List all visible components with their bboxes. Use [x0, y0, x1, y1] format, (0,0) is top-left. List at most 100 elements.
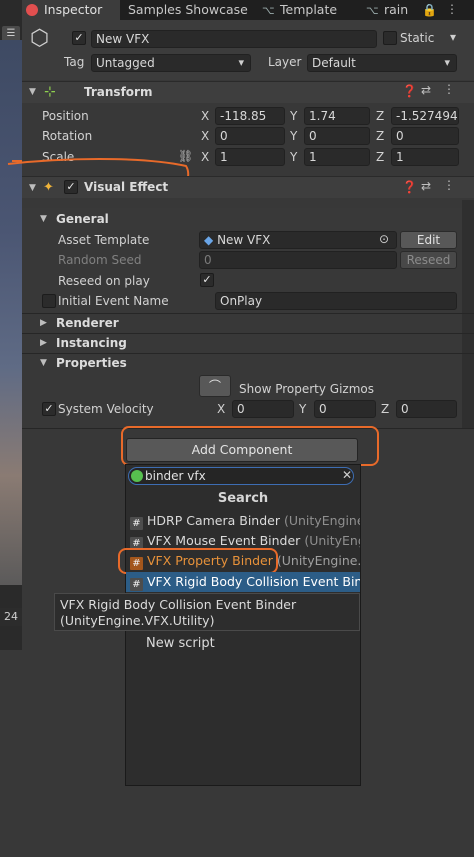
gameobject-name-field[interactable]: New VFX [91, 30, 377, 48]
reseed-on-play-label: Reseed on play [58, 274, 150, 288]
position-x-field[interactable]: -118.85 [215, 107, 285, 125]
presets-icon[interactable]: ⇄ [421, 179, 431, 193]
tab-rain[interactable]: ⌥ rain [362, 0, 422, 20]
visual-effect-title: Visual Effect [84, 180, 169, 194]
tooltip-line: (UnityEngine.VFX.Utility) [60, 613, 215, 628]
velocity-z-field[interactable]: 0 [396, 400, 457, 418]
annotation-box-property-binder [118, 548, 278, 574]
properties-label[interactable]: Properties [56, 356, 127, 370]
static-checkbox[interactable] [383, 31, 397, 45]
scene-view-edge: ☰ 24 [0, 0, 22, 650]
velocity-y-field[interactable]: 0 [314, 400, 376, 418]
axis-x-label: X [217, 402, 226, 416]
scale-x-field[interactable]: 1 [215, 148, 285, 166]
vfx-asset-icon: ◆ [204, 233, 214, 247]
axis-x-label: X [201, 150, 210, 164]
tab-bar: Inspector Samples Showcase ⌥ Template ⌥ ra… [22, 0, 474, 20]
script-hash-icon: # [130, 517, 143, 530]
visual-effect-foldout-arrow[interactable]: ▼ [29, 183, 36, 193]
layer-label: Layer [268, 55, 302, 69]
axis-z-label: Z [376, 129, 385, 143]
component-menu-icon[interactable]: ⋮ [443, 178, 455, 192]
transform-axes-icon: ⊹ [44, 84, 56, 100]
transform-title: Transform [84, 85, 153, 99]
velocity-x-field[interactable]: 0 [232, 400, 294, 418]
asset-template-field[interactable]: ◆ New VFX [199, 231, 397, 249]
system-velocity-label: System Velocity [58, 402, 154, 416]
show-gizmos-label: Show Property Gizmos [239, 382, 374, 396]
presets-icon[interactable]: ⇄ [421, 83, 431, 97]
divider [22, 353, 474, 354]
renderer-foldout-arrow[interactable]: ▶ [40, 318, 47, 328]
rotation-y-field[interactable]: 0 [304, 127, 370, 145]
axis-z-label: Z [376, 150, 385, 164]
tag-dropdown[interactable]: Untagged [91, 54, 251, 72]
object-picker-icon[interactable]: ⊙ [379, 232, 389, 246]
edit-button[interactable]: Edit [400, 231, 457, 249]
tooltip: VFX Rigid Body Collision Event Binder (U… [54, 593, 360, 631]
scale-y-field[interactable]: 1 [304, 148, 370, 166]
transform-foldout-arrow[interactable]: ▼ [29, 87, 36, 97]
axis-x-label: X [201, 129, 210, 143]
renderer-label[interactable]: Renderer [56, 316, 119, 330]
initial-event-field[interactable]: OnPlay [215, 292, 457, 310]
scene-preview [0, 40, 22, 585]
scale-z-field[interactable]: 1 [391, 148, 459, 166]
new-script-item[interactable]: New script [146, 636, 215, 651]
axis-y-label: Y [299, 402, 307, 416]
layer-dropdown[interactable]: Default [307, 54, 457, 72]
axis-z-label: Z [381, 402, 390, 416]
vfx-graph-icon: ⌥ [262, 4, 275, 17]
asset-template-label: Asset Template [58, 233, 150, 247]
gameobject-cube-icon: ⬡ [30, 26, 50, 51]
divider [22, 333, 474, 334]
general-foldout-arrow[interactable]: ▼ [40, 214, 47, 224]
lock-icon[interactable]: 🔒 [422, 3, 437, 17]
help-icon[interactable]: ❓ [402, 180, 417, 194]
gizmo-toggle-button[interactable]: ⌒ [199, 375, 231, 397]
inspector-scrollbar[interactable] [462, 200, 474, 428]
gameobject-active-checkbox[interactable]: ✓ [72, 31, 86, 45]
search-query-text: binder vfx [145, 469, 206, 483]
clear-search-icon[interactable]: ✕ [342, 468, 352, 482]
rotation-z-field[interactable]: 0 [391, 127, 459, 145]
instancing-foldout-arrow[interactable]: ▶ [40, 338, 47, 348]
script-hash-icon: # [130, 578, 143, 591]
component-menu-icon[interactable]: ⋮ [443, 82, 455, 96]
initial-event-label: Initial Event Name [58, 294, 169, 308]
visual-effect-enabled-checkbox[interactable]: ✓ [64, 180, 78, 194]
random-seed-label: Random Seed [58, 253, 142, 267]
help-icon[interactable]: ❓ [402, 84, 417, 98]
instancing-label[interactable]: Instancing [56, 336, 127, 350]
rotation-x-field[interactable]: 0 [215, 127, 285, 145]
search-icon [131, 470, 143, 482]
position-z-field[interactable]: -1.527494 [391, 107, 459, 125]
tag-label: Tag [64, 55, 85, 69]
reseed-on-play-checkbox[interactable]: ✓ [200, 273, 214, 287]
random-seed-field[interactable]: 0 [199, 251, 397, 269]
inspector-icon [26, 4, 38, 16]
position-y-field[interactable]: 1.74 [304, 107, 370, 125]
vfx-graph-icon: ⌥ [366, 4, 379, 17]
search-result-item[interactable]: # HDRP Camera Binder (UnityEngine [126, 511, 360, 531]
axis-y-label: Y [290, 129, 298, 143]
tooltip-line: VFX Rigid Body Collision Event Binder [60, 597, 297, 612]
system-velocity-checkbox[interactable]: ✓ [42, 402, 56, 416]
gizmo-curve-icon: ⌒ [208, 379, 221, 393]
axis-y-label: Y [290, 150, 298, 164]
tab-samples-showcase[interactable]: Samples Showcase [122, 0, 252, 20]
axis-x-label: X [201, 109, 210, 123]
static-dropdown-icon[interactable]: ▾ [450, 30, 456, 44]
more-options-icon[interactable]: ⋮ [446, 2, 458, 16]
static-label: Static [400, 31, 435, 45]
general-label: General [56, 212, 109, 226]
reseed-button[interactable]: Reseed [400, 251, 457, 269]
axis-z-label: Z [376, 109, 385, 123]
scene-counter: 24 [0, 608, 22, 626]
search-result-item-selected[interactable]: # VFX Rigid Body Collision Event Bin [126, 572, 360, 592]
tab-inspector[interactable]: Inspector [22, 0, 120, 20]
initial-event-checkbox[interactable] [42, 294, 56, 308]
tab-template[interactable]: ⌥ Template [258, 0, 358, 20]
properties-foldout-arrow[interactable]: ▼ [40, 358, 47, 368]
divider [22, 313, 474, 314]
